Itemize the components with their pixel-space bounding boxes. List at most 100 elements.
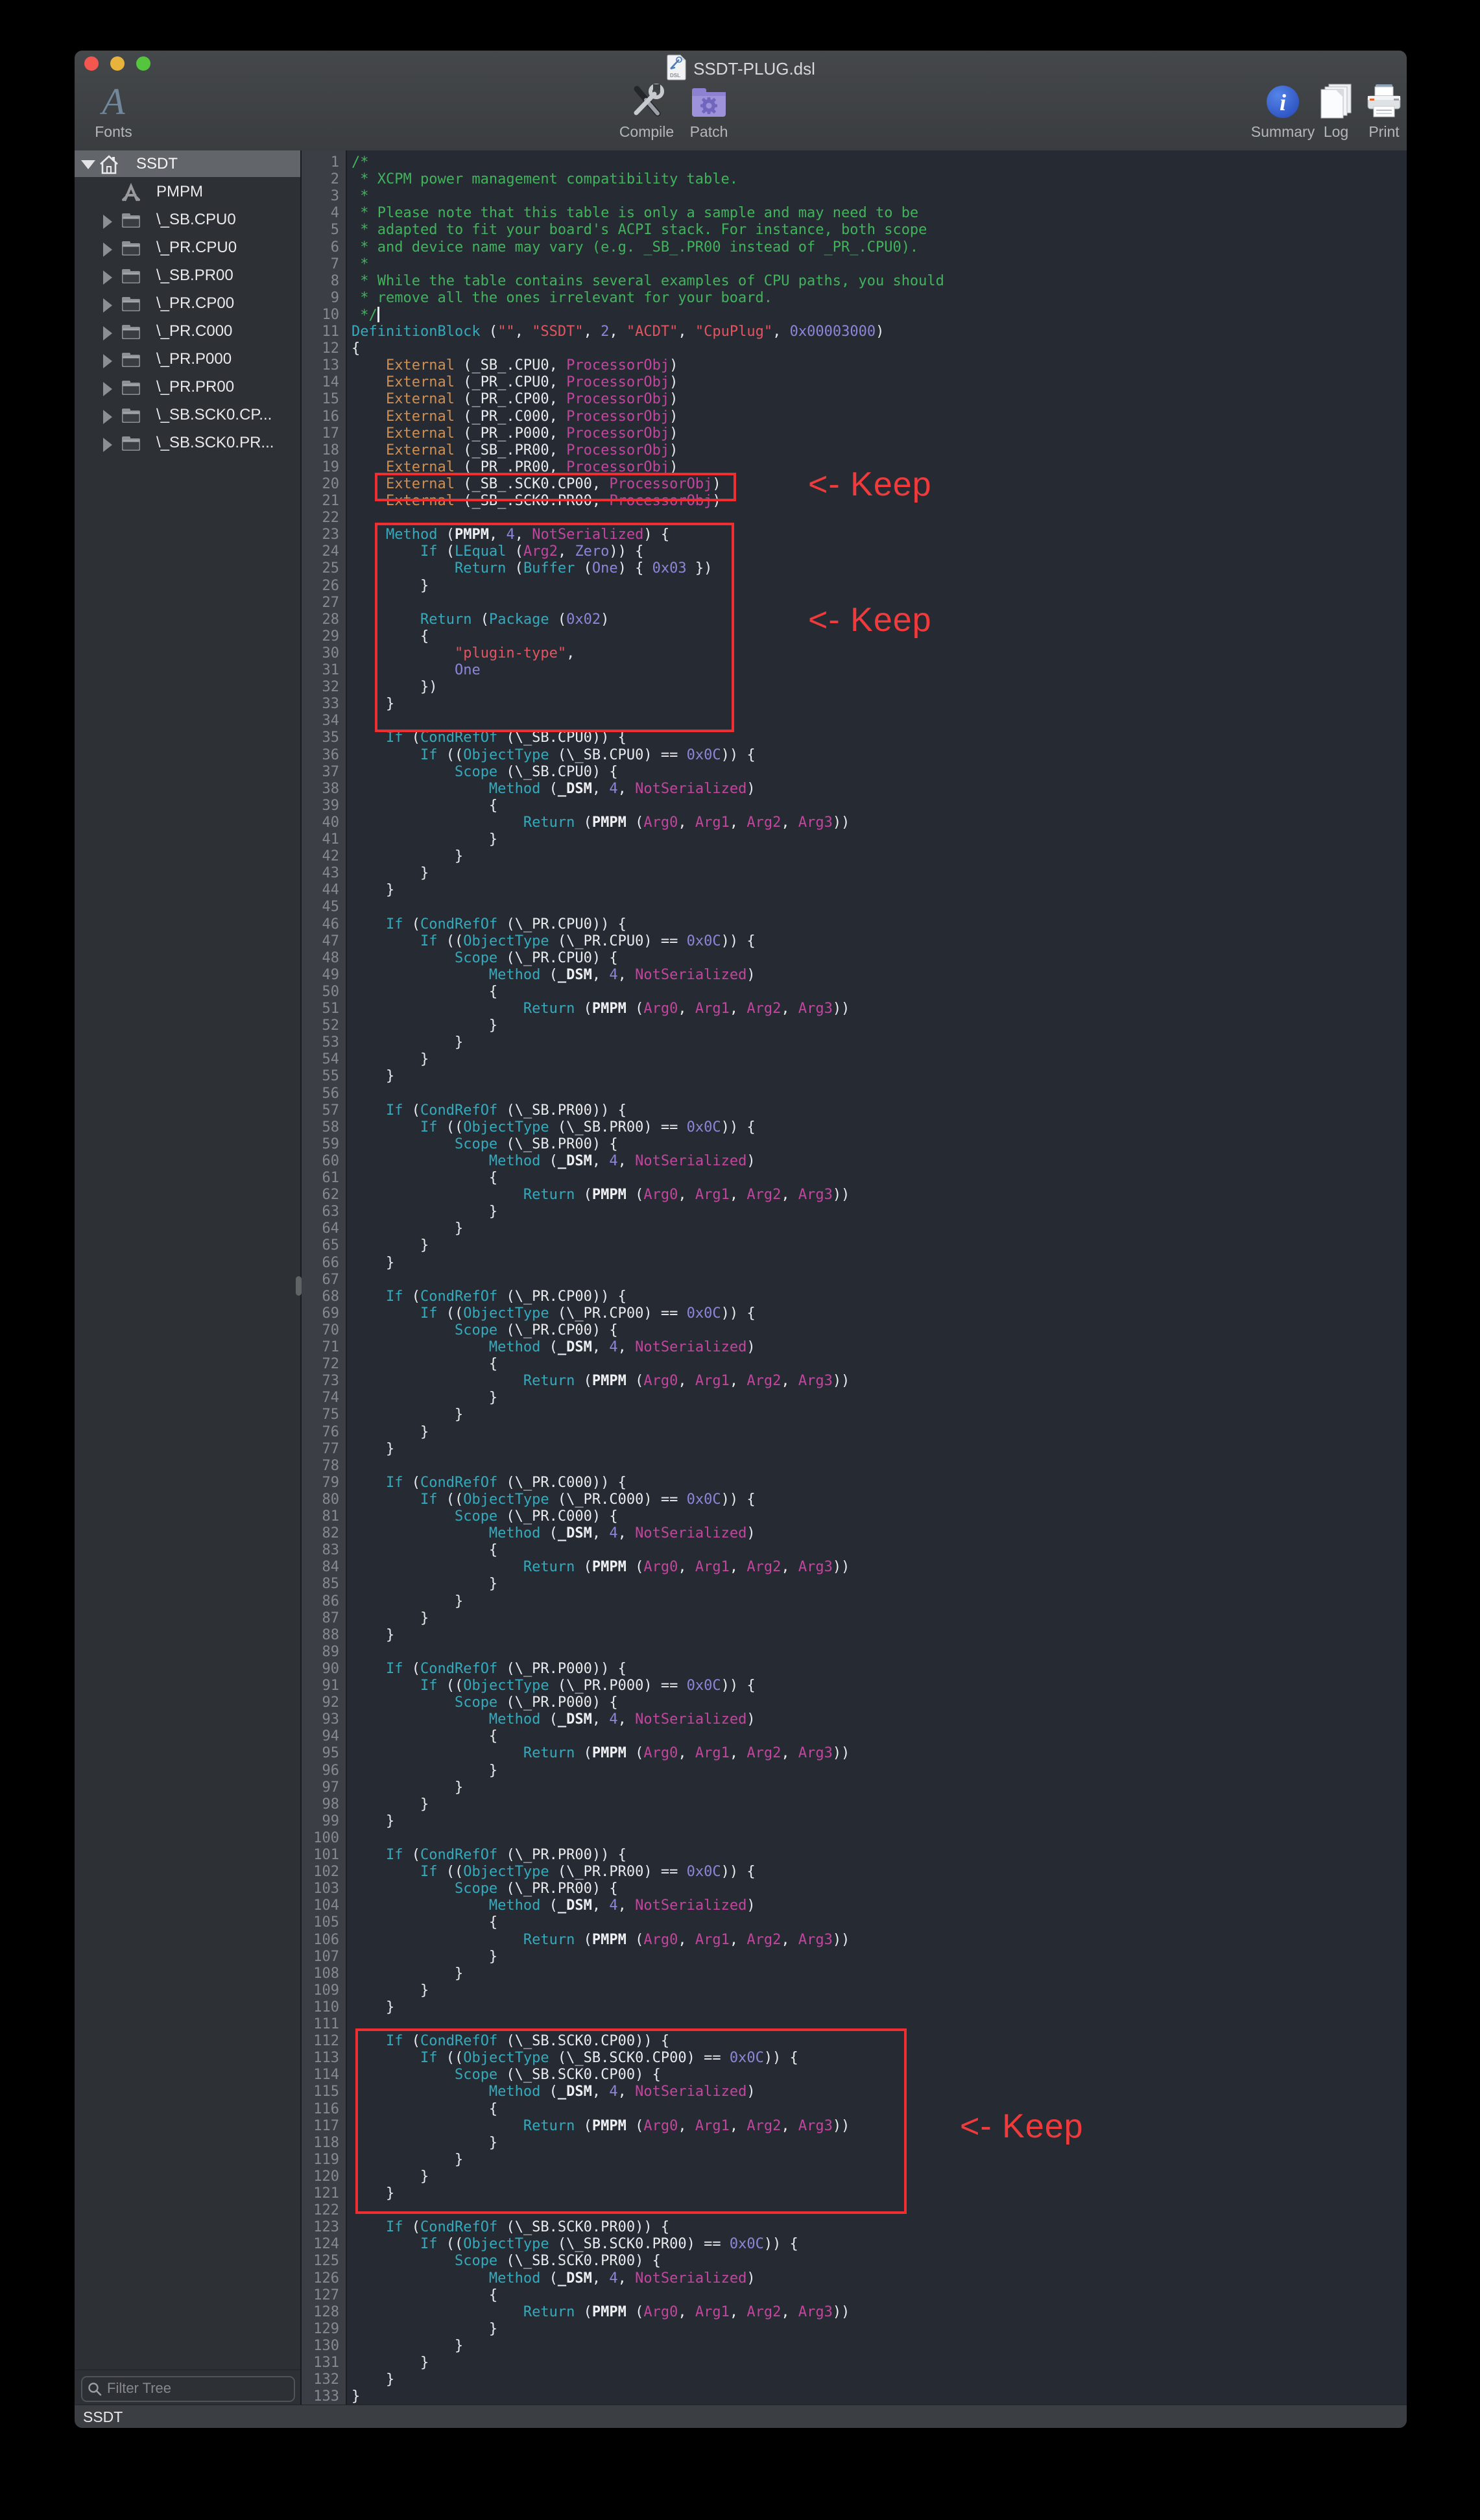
code-line: Scope (\_SB.PR00) { [352, 1136, 618, 1154]
keep-annotation: <- Keep [808, 600, 932, 639]
code-line: } [352, 882, 394, 899]
sidebar-item-label: PMPM [156, 183, 203, 201]
code-line: If (CondRefOf (\_PR.CPU0)) { [352, 916, 627, 934]
folder-icon [120, 349, 142, 371]
sidebar-item-sbsck0pr[interactable]: \_SB.SCK0.PR... [75, 429, 300, 457]
line-number: 18 [322, 442, 340, 460]
line-number: 25 [322, 560, 340, 578]
code-line: If ((ObjectType (\_PR.P000) == 0x0C)) { [352, 1678, 756, 1695]
patch-button[interactable]: Patch [683, 83, 735, 141]
line-number: 87 [322, 1610, 340, 1628]
filter-tree-input[interactable] [106, 2379, 290, 2398]
line-number: 39 [322, 798, 340, 815]
line-number: 115 [313, 2084, 339, 2101]
sidebar-item-label: SSDT [136, 155, 178, 173]
line-number: 103 [313, 1881, 339, 1898]
code-line: If (CondRefOf (\_PR.P000)) { [352, 1661, 627, 1678]
line-number: 20 [322, 476, 340, 493]
sidebar-item-sbpr00[interactable]: \_SB.PR00 [75, 262, 300, 290]
line-number: 23 [322, 527, 340, 544]
sidebar-tree: SSDTPMPM\_SB.CPU0\_PR.CPU0\_SB.PR00\_PR.… [75, 150, 300, 2342]
document-icon: DSL [666, 54, 687, 84]
line-number: 112 [313, 2033, 339, 2050]
code-line: } [352, 1796, 429, 1814]
line-number: 89 [322, 1644, 340, 1661]
tools-icon [628, 83, 665, 119]
line-number: 30 [322, 645, 340, 663]
sidebar-item-label: \_SB.CPU0 [156, 211, 236, 229]
code-line: If ((ObjectType (\_PR.CPU0) == 0x0C)) { [352, 933, 756, 951]
sidebar-item-prcp00[interactable]: \_PR.CP00 [75, 290, 300, 318]
code-line: } [352, 1593, 463, 1611]
fonts-button[interactable]: A Fonts [84, 83, 143, 141]
toolbar: DSL SSDT-PLUG.dsl A Fonts Compile [75, 51, 1407, 151]
line-number: 77 [322, 1441, 340, 1458]
code-line: Return (PMPM (Arg0, Arg1, Arg2, Arg3)) [352, 814, 850, 832]
line-number: 62 [322, 1187, 340, 1204]
code-line: Method (_DSM, 4, NotSerialized) [352, 1525, 756, 1543]
chevron-right-icon[interactable] [103, 326, 112, 340]
chevron-right-icon[interactable] [103, 270, 112, 285]
line-number: 79 [322, 1475, 340, 1492]
code-line: { [352, 984, 497, 1001]
line-number: 94 [322, 1728, 340, 1746]
code-line: } [352, 1627, 394, 1645]
line-number: 131 [313, 2355, 339, 2372]
chevron-right-icon[interactable] [103, 215, 112, 229]
line-number: 132 [313, 2371, 339, 2389]
chevron-right-icon[interactable] [103, 354, 112, 368]
svg-text:DSL: DSL [670, 73, 680, 78]
line-number: 67 [322, 1272, 340, 1289]
code-line: } [352, 1982, 429, 2000]
svg-text:i: i [1280, 89, 1286, 115]
chevron-down-icon[interactable] [81, 160, 95, 169]
code-line: /* [352, 154, 369, 172]
code-line: } [352, 1390, 497, 1407]
line-number: 8 [331, 273, 339, 291]
filter-field[interactable] [81, 2376, 295, 2402]
line-number: 35 [322, 730, 340, 747]
summary-label: Summary [1251, 123, 1315, 141]
code-line: } [352, 1966, 463, 1983]
line-number: 133 [313, 2388, 339, 2406]
line-number: 58 [322, 1119, 340, 1137]
compile-label: Compile [619, 123, 674, 141]
line-number: 51 [322, 1001, 340, 1018]
sidebar-item-prpr00[interactable]: \_PR.PR00 [75, 374, 300, 401]
sidebar-item-ssdt[interactable]: SSDT [75, 150, 300, 177]
line-number: 5 [331, 222, 339, 239]
line-number: 7 [331, 256, 339, 274]
sidebar-item-prp000[interactable]: \_PR.P000 [75, 346, 300, 374]
code-line: Scope (\_SB.SCK0.PR00) { [352, 2253, 661, 2270]
line-number: 75 [322, 1407, 340, 1424]
line-number: 111 [313, 2016, 339, 2034]
summary-button[interactable]: i Summary [1253, 83, 1313, 141]
line-number: 106 [313, 1932, 339, 1949]
compile-button[interactable]: Compile [617, 83, 676, 141]
chevron-right-icon[interactable] [103, 243, 112, 257]
sidebar-item-sbcpu0[interactable]: \_SB.CPU0 [75, 206, 300, 234]
sidebar-item-pmpm[interactable]: PMPM [75, 178, 300, 206]
line-number: 110 [313, 1999, 339, 2017]
line-number: 44 [322, 882, 340, 899]
chevron-right-icon[interactable] [103, 298, 112, 313]
sidebar-item-sbsck0cp[interactable]: \_SB.SCK0.CP... [75, 401, 300, 429]
aframe-icon [120, 182, 142, 204]
line-number: 32 [322, 679, 340, 696]
chevron-right-icon[interactable] [103, 410, 112, 424]
chevron-right-icon[interactable] [103, 438, 112, 452]
scrollbar-thumb[interactable] [296, 1276, 302, 1296]
code-line: * [352, 188, 369, 206]
code-line: If ((ObjectType (\_PR.C000) == 0x0C)) { [352, 1492, 756, 1509]
sidebar-item-prc000[interactable]: \_PR.C000 [75, 318, 300, 346]
code-line: * XCPM power management compatibility ta… [352, 171, 738, 189]
line-number: 119 [313, 2152, 339, 2169]
title-bar: DSL SSDT-PLUG.dsl [75, 56, 1407, 82]
chevron-right-icon[interactable] [103, 382, 112, 396]
folder-icon [120, 321, 142, 343]
sidebar-item-label: \_SB.SCK0.CP... [156, 406, 272, 424]
print-button[interactable]: Print [1362, 83, 1406, 141]
line-number: 61 [322, 1170, 340, 1187]
sidebar-item-prcpu0[interactable]: \_PR.CPU0 [75, 234, 300, 262]
log-button[interactable]: Log [1317, 83, 1355, 141]
